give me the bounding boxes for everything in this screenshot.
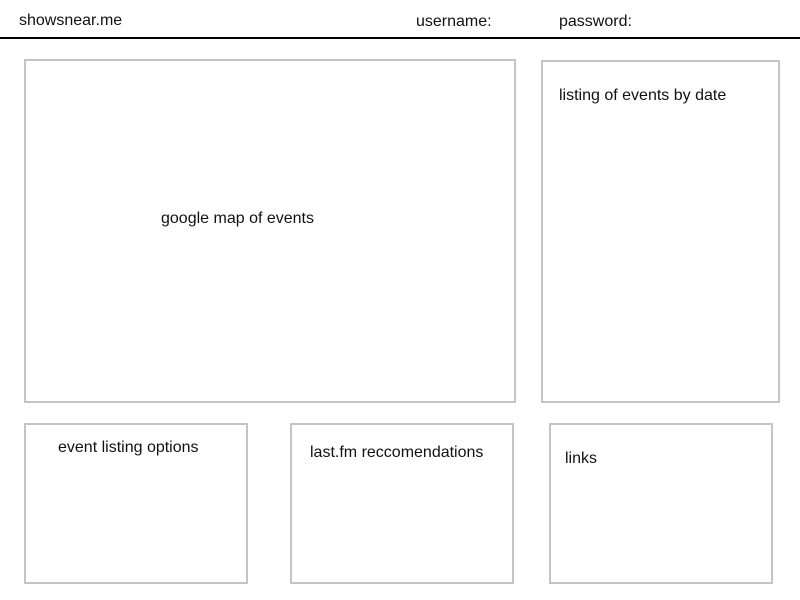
links-label: links xyxy=(565,450,598,467)
event-listing-panel[interactable]: listing of events by date xyxy=(541,60,780,403)
username-label: username: xyxy=(416,13,492,30)
recommendations-panel[interactable]: last.fm reccomendations xyxy=(290,423,514,584)
password-label: password: xyxy=(559,13,632,30)
event-listing-label: listing of events by date xyxy=(559,87,727,104)
event-options-panel[interactable]: event listing options xyxy=(24,423,248,584)
header-divider xyxy=(0,37,800,39)
wireframe-page: showsnear.me username: password: google … xyxy=(0,0,800,600)
site-name[interactable]: showsnear.me xyxy=(19,12,122,30)
map-panel-label: google map of events xyxy=(161,210,314,227)
map-panel[interactable]: google map of events xyxy=(24,59,516,403)
event-options-label: event listing options xyxy=(58,439,199,456)
links-panel[interactable]: links xyxy=(549,423,773,584)
recommendations-label: last.fm reccomendations xyxy=(310,444,484,461)
